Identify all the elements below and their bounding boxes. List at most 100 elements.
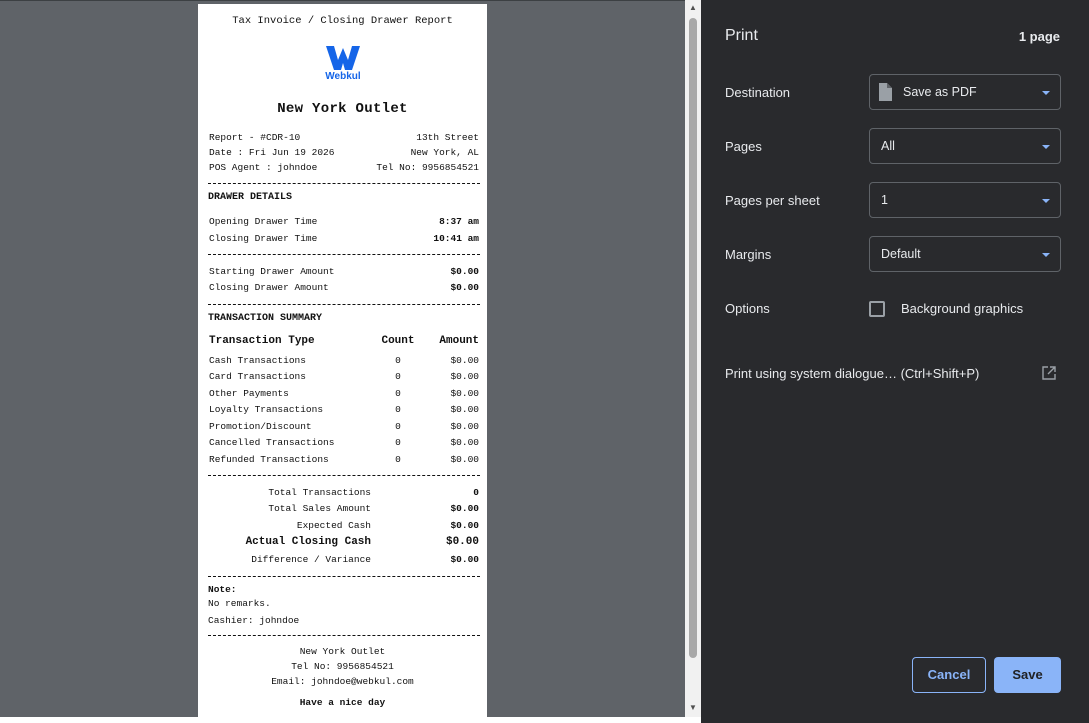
footer-greeting: Have a nice day <box>299 697 386 708</box>
background-graphics-checkbox[interactable] <box>869 301 885 317</box>
total-sales-label: Total Sales Amount <box>268 503 371 514</box>
txn-count: 0 <box>395 371 401 382</box>
table-row: Loyalty Transactions 0 $0.00 <box>209 403 479 417</box>
table-row: Cash Transactions 0 $0.00 <box>209 354 479 368</box>
pages-select[interactable]: All <box>869 128 1061 164</box>
footer-outlet: New York Outlet <box>299 646 386 657</box>
drawer-details-heading: DRAWER DETAILS <box>208 192 293 203</box>
pages-per-sheet-select[interactable]: 1 <box>869 182 1061 218</box>
dashed-divider <box>208 183 480 184</box>
closing-amount-label: Closing Drawer Amount <box>209 282 329 293</box>
address-street: 13th Street <box>416 132 479 143</box>
txn-amount: $0.00 <box>450 388 479 399</box>
print-settings-panel: Print 1 page Destination Save as PDF Pag… <box>701 0 1089 723</box>
report-date: Date : Fri Jun 19 2026 <box>209 147 335 158</box>
starting-amount-value: $0.00 <box>450 266 479 277</box>
transaction-summary-heading: TRANSACTION SUMMARY <box>208 313 323 324</box>
margins-select[interactable]: Default <box>869 236 1061 272</box>
txn-amount: $0.00 <box>450 404 479 415</box>
pages-per-sheet-value: 1 <box>881 193 888 207</box>
txn-amount: $0.00 <box>450 454 479 465</box>
background-graphics-label[interactable]: Background graphics <box>901 301 1023 316</box>
margins-label: Margins <box>725 247 772 262</box>
header-type: Transaction Type <box>209 335 315 347</box>
actual-closing-cash-value: $0.00 <box>445 536 479 548</box>
closing-amount-value: $0.00 <box>450 282 479 293</box>
receipt-page: Tax Invoice / Closing Drawer Report Webk… <box>198 4 487 717</box>
options-label: Options <box>725 301 770 316</box>
closing-time-label: Closing Drawer Time <box>209 233 318 244</box>
cancel-button[interactable]: Cancel <box>912 657 986 693</box>
txn-count: 0 <box>395 404 401 415</box>
preview-scrollbar[interactable]: ▲ ▼ <box>685 0 701 717</box>
drawer-amount-row: Starting Drawer Amount $0.00 <box>209 265 479 279</box>
preview-top-border <box>0 0 701 1</box>
expected-cash-value: $0.00 <box>450 520 479 531</box>
print-preview-area: Tax Invoice / Closing Drawer Report Webk… <box>0 0 701 723</box>
caret-down-icon <box>1042 91 1050 95</box>
total-row: Actual Closing Cash $0.00 <box>209 535 479 549</box>
note-text: No remarks. <box>208 598 271 609</box>
report-number: Report - #CDR-10 <box>209 132 301 143</box>
txn-count: 0 <box>395 454 401 465</box>
receipt-header-title: Tax Invoice / Closing Drawer Report <box>232 15 453 27</box>
info-row: POS Agent : johndoe Tel No: 9956854521 <box>209 161 479 175</box>
webkul-logo-mark <box>326 46 360 70</box>
actual-closing-cash-label: Actual Closing Cash <box>245 536 371 548</box>
pages-label: Pages <box>725 139 762 154</box>
total-row: Total Sales Amount $0.00 <box>209 502 479 516</box>
scroll-down-arrow-icon[interactable]: ▼ <box>685 700 701 716</box>
total-transactions-value: 0 <box>473 487 479 498</box>
destination-select[interactable]: Save as PDF <box>869 74 1061 110</box>
transaction-table-header: Transaction Type Count Amount <box>209 334 479 348</box>
webkul-logo: Webkul <box>325 46 361 84</box>
pages-value: All <box>881 139 895 153</box>
txn-type: Cash Transactions <box>209 355 306 366</box>
header-amount: Amount <box>439 335 479 347</box>
system-dialog-link[interactable]: Print using system dialogue… (Ctrl+Shift… <box>725 366 979 381</box>
caret-down-icon <box>1042 253 1050 257</box>
total-row: Total Transactions 0 <box>209 486 479 500</box>
dashed-divider <box>208 304 480 305</box>
txn-type: Other Payments <box>209 388 289 399</box>
total-row: Difference / Variance $0.00 <box>209 553 479 567</box>
closing-time-value: 10:41 am <box>433 233 479 244</box>
open-in-new-icon[interactable] <box>1042 366 1056 380</box>
starting-amount-label: Starting Drawer Amount <box>209 266 335 277</box>
txn-count: 0 <box>395 437 401 448</box>
pos-agent: POS Agent : johndoe <box>209 162 318 173</box>
variance-label: Difference / Variance <box>251 554 371 565</box>
txn-count: 0 <box>395 355 401 366</box>
scroll-thumb[interactable] <box>689 18 697 658</box>
txn-amount: $0.00 <box>450 371 479 382</box>
txn-count: 0 <box>395 388 401 399</box>
table-row: Promotion/Discount 0 $0.00 <box>209 420 479 434</box>
opening-time-value: 8:37 am <box>439 216 479 227</box>
outlet-name: New York Outlet <box>277 101 408 117</box>
preview-bottom-strip <box>0 717 701 723</box>
info-row: Date : Fri Jun 19 2026 New York, AL <box>209 146 479 160</box>
txn-type: Loyalty Transactions <box>209 404 324 415</box>
drawer-time-row: Opening Drawer Time 8:37 am <box>209 215 479 229</box>
cashier: Cashier: johndoe <box>208 615 300 626</box>
destination-value: Save as PDF <box>903 85 977 99</box>
footer-email: Email: johndoe@webkul.com <box>271 676 414 687</box>
txn-count: 0 <box>395 421 401 432</box>
info-row: Report - #CDR-10 13th Street <box>209 131 479 145</box>
dashed-divider <box>208 475 480 476</box>
dashed-divider <box>208 254 480 255</box>
scroll-up-arrow-icon[interactable]: ▲ <box>685 0 701 16</box>
total-sales-value: $0.00 <box>450 503 479 514</box>
drawer-amount-row: Closing Drawer Amount $0.00 <box>209 281 479 295</box>
dashed-divider <box>208 576 480 577</box>
print-title: Print <box>725 27 758 44</box>
caret-down-icon <box>1042 199 1050 203</box>
footer-phone: Tel No: 9956854521 <box>291 661 394 672</box>
save-button[interactable]: Save <box>994 657 1061 693</box>
table-row: Card Transactions 0 $0.00 <box>209 370 479 384</box>
expected-cash-label: Expected Cash <box>296 520 371 531</box>
note-label: Note: <box>208 584 237 595</box>
page-count: 1 page <box>1018 29 1060 44</box>
opening-time-label: Opening Drawer Time <box>209 216 318 227</box>
txn-type: Refunded Transactions <box>209 454 329 465</box>
